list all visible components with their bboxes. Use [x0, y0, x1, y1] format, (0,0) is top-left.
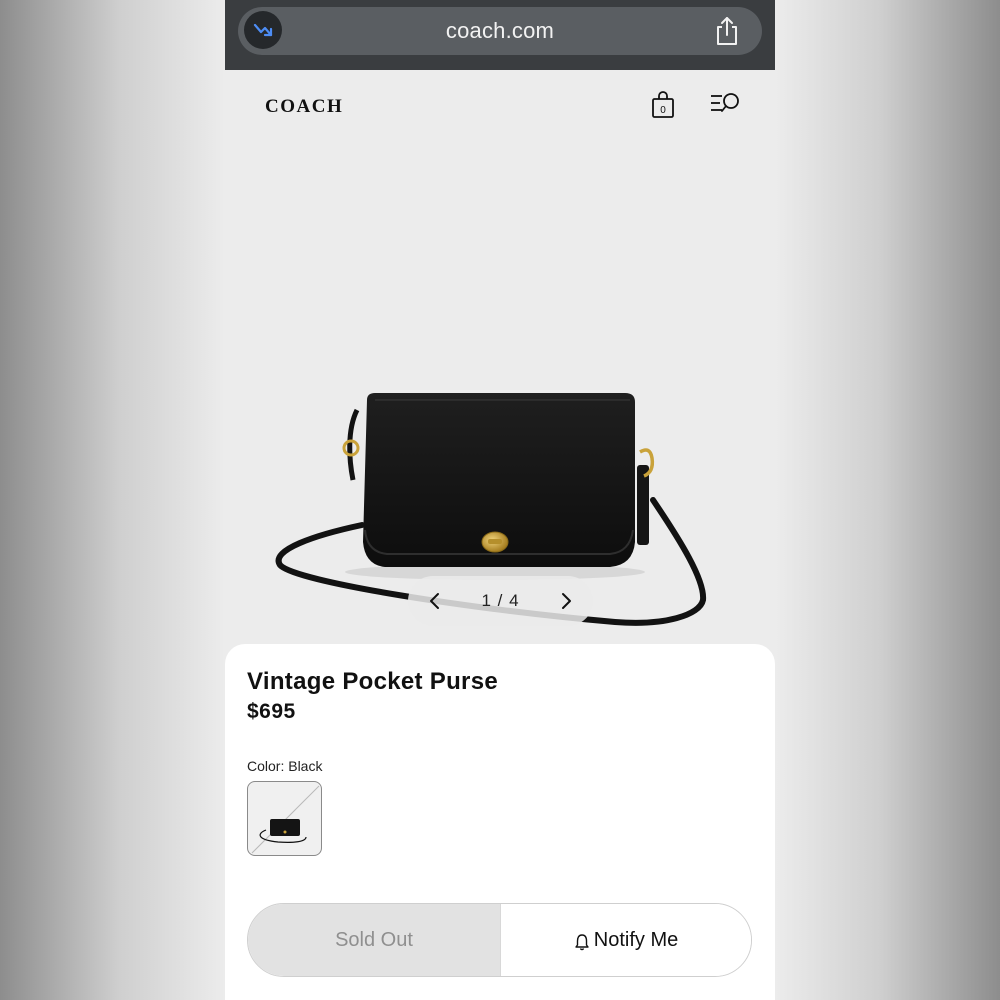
sold-out-button[interactable]: Sold Out [248, 904, 500, 976]
chevron-right-icon[interactable] [553, 588, 579, 614]
color-label: Color: Black [247, 758, 323, 774]
product-image[interactable] [225, 130, 775, 650]
chevron-left-icon[interactable] [422, 588, 448, 614]
color-swatch-black[interactable] [247, 781, 322, 856]
image-carousel-control: 1 / 4 [408, 576, 593, 626]
product-info-card: Vintage Pocket Purse $695 Color: Black S… [225, 644, 775, 1000]
url-text[interactable]: coach.com [225, 0, 775, 62]
product-price: $695 [247, 700, 296, 723]
image-counter: 1 / 4 [481, 591, 520, 610]
coach-logo[interactable]: COACH [265, 96, 343, 118]
purchase-action-bar: Sold Out Notify Me [247, 903, 752, 977]
notify-me-button[interactable]: Notify Me [500, 904, 751, 976]
phone-screen: coach.com COACH 0 1 / 4 Vintage Pocket P… [225, 0, 775, 1000]
product-title: Vintage Pocket Purse [247, 668, 498, 695]
share-icon[interactable] [712, 15, 742, 47]
shopping-bag-icon[interactable]: 0 [651, 91, 675, 119]
notify-me-label: Notify Me [593, 928, 679, 951]
menu-search-icon[interactable] [709, 91, 743, 117]
browser-toolbar: coach.com [225, 0, 775, 70]
bag-count: 0 [660, 105, 666, 116]
bell-icon [575, 933, 589, 950]
